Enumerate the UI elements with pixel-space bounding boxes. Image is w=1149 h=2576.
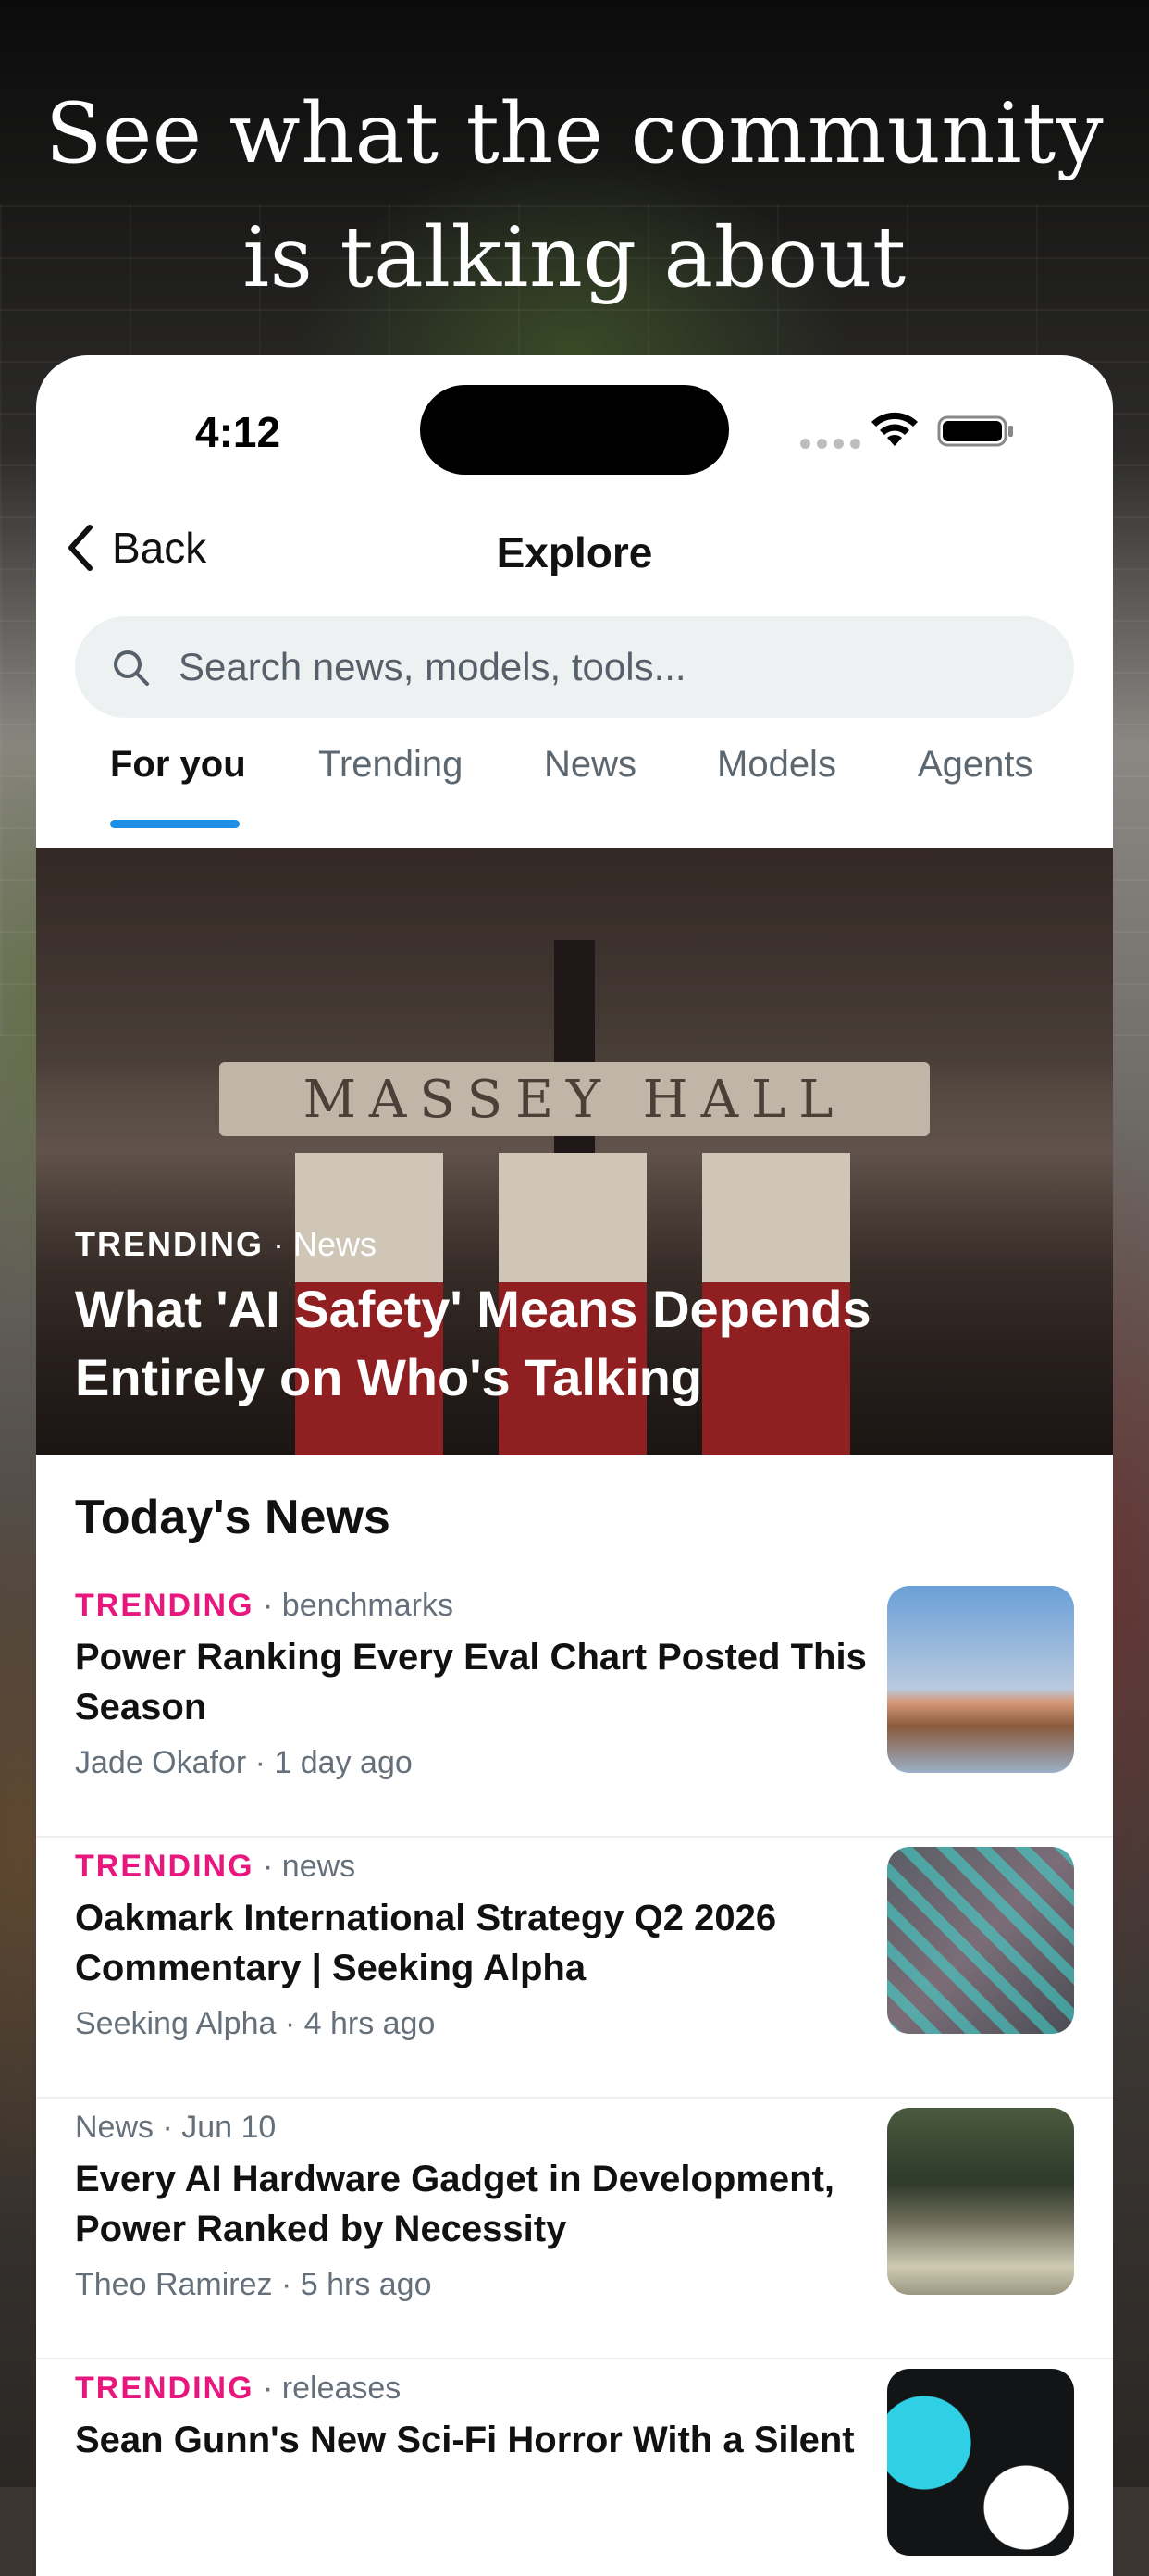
news-byline: Seeking Alpha · 4 hrs ago (75, 2006, 436, 2041)
navigation-bar: Back Explore (36, 494, 1113, 614)
status-bar: 4:12 (36, 355, 1113, 494)
search-bar[interactable] (75, 616, 1074, 718)
tab-trending[interactable]: Trending (318, 744, 463, 833)
news-meta: TRENDING · benchmarks (75, 1588, 453, 1624)
search-input[interactable] (177, 644, 1013, 690)
section-title: Today's News (75, 1491, 390, 1544)
news-category: News · Jun 10 (75, 2110, 277, 2145)
news-item[interactable]: TRENDING · releases Sean Gunn's New Sci-… (36, 2359, 1113, 2576)
hero-card[interactable]: MASSEY HALL TRENDING · News What 'AI Saf… (36, 848, 1113, 1455)
phone-screen: 4:12 Back Explore For you T (36, 355, 1113, 2576)
wifi-icon (871, 412, 918, 446)
hero-meta: TRENDING · News (75, 1225, 377, 1264)
news-title: Every AI Hardware Gadget in Development,… (75, 2159, 834, 2249)
news-title: Power Ranking Every Eval Chart Posted Th… (75, 1637, 867, 1728)
tab-agents[interactable]: Agents (918, 744, 1033, 833)
search-icon (114, 650, 149, 686)
hero-kicker: TRENDING (75, 1225, 264, 1263)
news-title: Sean Gunn's New Sci-Fi Horror With a Sil… (75, 2420, 855, 2460)
category-tabs: For you Trending News Models Agents (36, 744, 1113, 833)
news-category: · benchmarks (263, 1588, 453, 1623)
news-meta: News · Jun 10 (75, 2110, 276, 2146)
news-thumbnail (887, 2108, 1074, 2295)
news-meta: TRENDING · releases (75, 2371, 401, 2407)
promo-headline-line-1: See what the community (44, 85, 1105, 182)
status-time: 4:12 (195, 408, 281, 456)
hero-title: What 'AI Safety' Means Depends Entirely … (75, 1280, 871, 1406)
news-item[interactable]: TRENDING · benchmarks Power Ranking Ever… (36, 1577, 1113, 1838)
hero-image-sign: MASSEY HALL (219, 1062, 930, 1136)
battery-icon (937, 415, 1013, 447)
news-category: · news (263, 1849, 356, 1884)
news-thumbnail (887, 1586, 1074, 1773)
trending-label: TRENDING (75, 2371, 254, 2406)
trending-label: TRENDING (75, 1849, 254, 1884)
news-meta: TRENDING · news (75, 1849, 355, 1885)
news-title: Oakmark International Strategy Q2 2026 C… (75, 1898, 777, 1988)
news-thumbnail (887, 2369, 1074, 2556)
trending-label: TRENDING (75, 1588, 254, 1623)
cellular-signal-icon (800, 439, 860, 449)
tab-news[interactable]: News (544, 744, 636, 833)
news-item[interactable]: News · Jun 10 Every AI Hardware Gadget i… (36, 2099, 1113, 2359)
news-byline: Theo Ramirez · 5 hrs ago (75, 2267, 432, 2302)
active-tab-indicator (110, 820, 240, 828)
hero-category: · News (273, 1225, 377, 1263)
dynamic-island (420, 385, 729, 475)
promo-headline: See what the community is talking about (0, 72, 1149, 320)
news-list: TRENDING · benchmarks Power Ranking Ever… (36, 1577, 1113, 2576)
page-title: Explore (496, 528, 653, 576)
news-category: · releases (263, 2371, 402, 2406)
promo-headline-line-2: is talking about (242, 209, 907, 306)
news-item[interactable]: TRENDING · news Oakmark International St… (36, 1838, 1113, 2099)
tab-models[interactable]: Models (717, 744, 836, 833)
news-byline: Jade Okafor · 1 day ago (75, 1745, 413, 1780)
news-thumbnail (887, 1847, 1074, 2034)
